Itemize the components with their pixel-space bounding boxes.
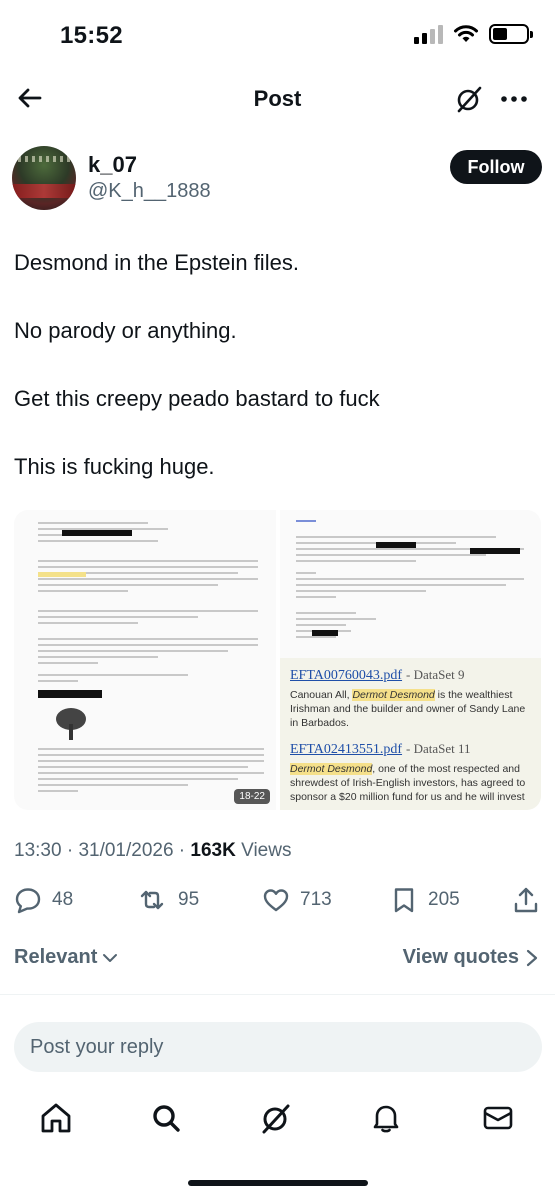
post-paragraph: Desmond in the Epstein files. (14, 250, 299, 275)
chevron-down-icon (103, 953, 118, 962)
post-media[interactable]: 18-22 EFTA00760043.pdf - DataSet 9 Canou… (14, 510, 541, 810)
post-date: 31/01/2026 (78, 840, 174, 861)
media-count-badge: 18-22 (234, 789, 270, 804)
follow-button[interactable]: Follow (450, 150, 542, 184)
share-button[interactable] (512, 886, 540, 914)
views-label: Views (241, 840, 292, 861)
result-dataset: - DataSet 9 (406, 667, 465, 682)
share-icon (514, 887, 538, 913)
view-quotes-label: View quotes (402, 946, 519, 968)
like-count: 713 (300, 889, 332, 910)
view-count: 163K (190, 840, 236, 861)
battery-fill (493, 28, 508, 40)
repost-button[interactable]: 95 (136, 886, 199, 914)
home-indicator (188, 1180, 368, 1186)
reply-placeholder: Post your reply (30, 1035, 164, 1058)
action-bar: 48 95 713 205 (0, 882, 555, 922)
post-paragraph: This is fucking huge. (14, 454, 215, 479)
post-time: 13:30 (14, 840, 62, 861)
bookmark-count: 205 (428, 889, 460, 910)
author-display-name[interactable]: k_07 (88, 152, 137, 178)
reply-icon (15, 888, 41, 914)
post-text: Desmond in the Epstein files. No parody … (14, 248, 539, 520)
reply-sort-label: Relevant (14, 946, 98, 968)
repost-icon (140, 890, 164, 910)
messages-envelope-icon[interactable] (480, 1100, 516, 1136)
author-handle[interactable]: @K_h__1888 (88, 180, 211, 203)
divider (0, 994, 555, 995)
media-image-email-document[interactable]: 18-22 (14, 510, 276, 810)
post-meta: 13:30 · 31/01/2026 · 163K Views (14, 840, 292, 861)
result-dataset: - DataSet 11 (406, 741, 471, 756)
reply-input[interactable]: Post your reply (14, 1022, 542, 1072)
reply-count: 48 (52, 889, 74, 910)
wifi-icon (454, 25, 478, 42)
status-time: 15:52 (60, 22, 123, 49)
media-image-search-results[interactable]: EFTA00760043.pdf - DataSet 9 Canouan All… (280, 510, 541, 810)
status-bar: 15:52 (0, 0, 555, 72)
grok-icon[interactable] (454, 84, 484, 114)
status-icons (414, 24, 533, 44)
search-results-panel: EFTA00760043.pdf - DataSet 9 Canouan All… (280, 658, 541, 810)
home-icon[interactable] (38, 1100, 74, 1136)
reply-button[interactable]: 48 (14, 886, 73, 914)
battery-icon (489, 24, 533, 44)
avatar[interactable] (12, 146, 76, 210)
more-options-icon[interactable] (498, 84, 530, 114)
result-snippet: Canouan All, Dermot Desmond is the wealt… (290, 689, 526, 729)
notifications-bell-icon[interactable] (368, 1100, 404, 1136)
result-file-link: EFTA00760043.pdf (290, 668, 403, 683)
post-paragraph: Get this creepy peado bastard to fuck (14, 386, 380, 411)
heart-icon (263, 889, 289, 912)
signal-icon (414, 24, 443, 44)
bottom-tab-bar (0, 1096, 555, 1140)
chevron-right-icon (526, 949, 538, 966)
post-paragraph: No parody or anything. (14, 318, 237, 343)
view-quotes-link[interactable]: View quotes (403, 946, 539, 969)
reply-sort-dropdown[interactable]: Relevant (14, 946, 119, 969)
top-nav: Post (0, 72, 555, 126)
search-icon[interactable] (148, 1100, 184, 1136)
result-file-link: EFTA02413551.pdf (290, 742, 403, 757)
result-snippet: Dermot Desmond, one of the most respecte… (290, 763, 526, 803)
bookmark-icon (394, 888, 414, 913)
tree-logo-icon (56, 708, 86, 740)
post-author: k_07 @K_h__1888 Follow (12, 146, 542, 212)
repost-count: 95 (178, 889, 200, 910)
grok-tab-icon[interactable] (258, 1100, 294, 1136)
like-button[interactable]: 713 (262, 886, 332, 914)
bookmark-button[interactable]: 205 (390, 886, 460, 914)
